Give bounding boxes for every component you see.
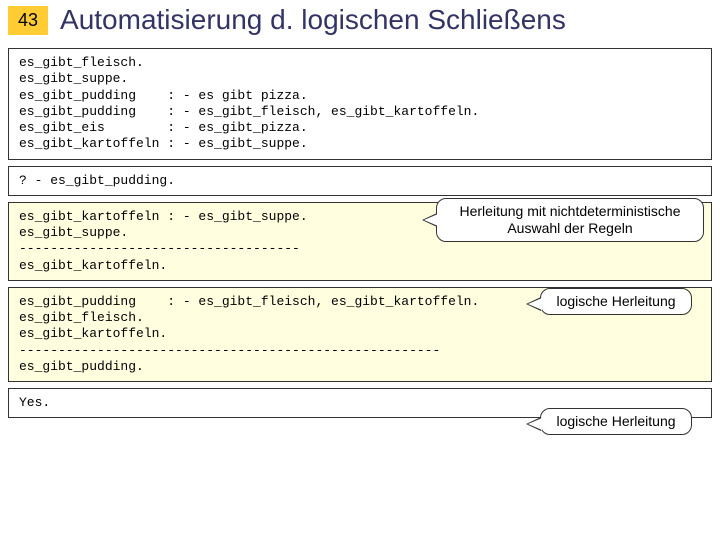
code-box-facts-rules: es_gibt_fleisch. es_gibt_suppe. es_gibt_… — [8, 48, 712, 160]
slide-title: Automatisierung d. logischen Schließens — [60, 4, 566, 36]
callout-rule-selection: Herleitung mit nichtdeterministische Aus… — [436, 198, 704, 242]
callout-text-line1: Herleitung mit nichtdeterministische — [460, 203, 681, 219]
callout-text-line2: Auswahl der Regeln — [507, 220, 632, 236]
page-number: 43 — [8, 6, 48, 35]
slide: 43 Automatisierung d. logischen Schließe… — [0, 0, 720, 540]
code-box-query: ? - es_gibt_pudding. — [8, 166, 712, 196]
callout-logical-derivation-2: logische Herleitung — [540, 408, 692, 435]
header: 43 Automatisierung d. logischen Schließe… — [8, 4, 712, 42]
callout-logical-derivation-1: logische Herleitung — [540, 288, 692, 315]
callout-text: logische Herleitung — [556, 413, 675, 429]
callout-text: logische Herleitung — [556, 293, 675, 309]
